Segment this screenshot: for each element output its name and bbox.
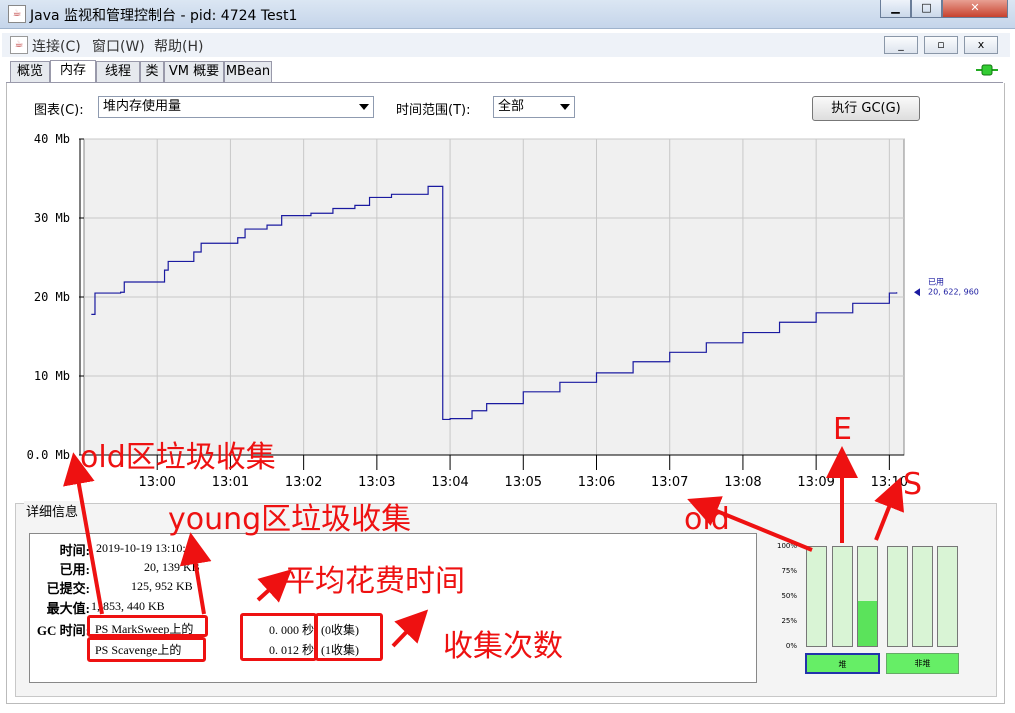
y-tick-label: 30 Mb: [34, 211, 70, 225]
pool-bar-S[interactable]: [857, 546, 878, 647]
annotation-survivor: S: [903, 467, 923, 502]
x-tick-label: 13:03: [358, 475, 395, 490]
used-value: 20, 139 KB: [144, 560, 200, 574]
pct-label-50: 50%: [781, 592, 797, 600]
annotation-eden: E: [833, 412, 852, 447]
max-value: 1, 853, 440 KB: [91, 599, 165, 613]
details-title: 详细信息: [24, 501, 81, 520]
pct-label-100: 100%: [776, 542, 797, 550]
scavenge-highlight: [87, 637, 206, 662]
pool-bar-old[interactable]: [806, 546, 827, 647]
x-tick-label: 13:02: [285, 475, 322, 490]
committed-label: 已提交:: [46, 581, 90, 596]
x-tick-label: 13:05: [505, 475, 542, 490]
gc-time-label: GC 时间:: [36, 623, 90, 638]
y-tick-label: 40 Mb: [34, 132, 70, 146]
series-marker-label: 已用: [928, 277, 944, 286]
pool-bar-fill: [858, 601, 877, 646]
annotation-old-gc: old区垃圾收集: [80, 440, 276, 475]
pct-label-75: 75%: [781, 567, 797, 575]
pct-label-25: 25%: [781, 617, 797, 625]
count-highlight: [315, 613, 383, 661]
used-label: 已用:: [59, 562, 90, 577]
x-tick-label: 13:08: [724, 475, 761, 490]
x-tick-label: 13:01: [212, 475, 249, 490]
nonheap-pool-button[interactable]: 非堆: [886, 653, 959, 674]
y-tick-label: 20 Mb: [34, 290, 70, 304]
marksweep-highlight: [87, 615, 208, 637]
pool-bar-non-heap-1[interactable]: [887, 546, 908, 647]
x-tick-label: 13:06: [578, 475, 615, 490]
time-label: 时间:: [59, 543, 90, 558]
committed-value: 125, 952 KB: [131, 579, 193, 593]
max-label: 最大值:: [46, 601, 90, 616]
y-tick-label: 0.0 Mb: [27, 448, 70, 462]
x-tick-label: 13:00: [138, 475, 175, 490]
series-marker-value: 20, 622, 960: [928, 287, 979, 296]
annotation-old: old: [684, 502, 730, 537]
pool-bar-non-heap-2[interactable]: [912, 546, 933, 647]
y-tick-label: 10 Mb: [34, 369, 70, 383]
annotation-young-gc: young区垃圾收集: [168, 502, 412, 537]
avg-time-highlight: [240, 613, 317, 661]
heap-pool-button[interactable]: 堆: [805, 653, 880, 674]
pool-bar-non-heap-3[interactable]: [937, 546, 958, 647]
x-tick-label: 13:04: [431, 475, 468, 490]
series-end-marker: [914, 288, 920, 297]
pool-bar-E[interactable]: [832, 546, 853, 647]
time-value: 2019-10-19 13:10:: [96, 541, 186, 555]
pct-label-0: 0%: [785, 642, 797, 650]
annotation-avg-time: 平均花费时间: [285, 564, 465, 599]
heap-usage-chart: 0.0 Mb 10 Mb 20 Mb 30 Mb 40 Mb 13:00 13:01 13:0…: [27, 132, 979, 490]
x-tick-label: 13:09: [797, 475, 834, 490]
annotation-count: 收集次数: [443, 629, 563, 664]
x-tick-label: 13:07: [651, 475, 688, 490]
